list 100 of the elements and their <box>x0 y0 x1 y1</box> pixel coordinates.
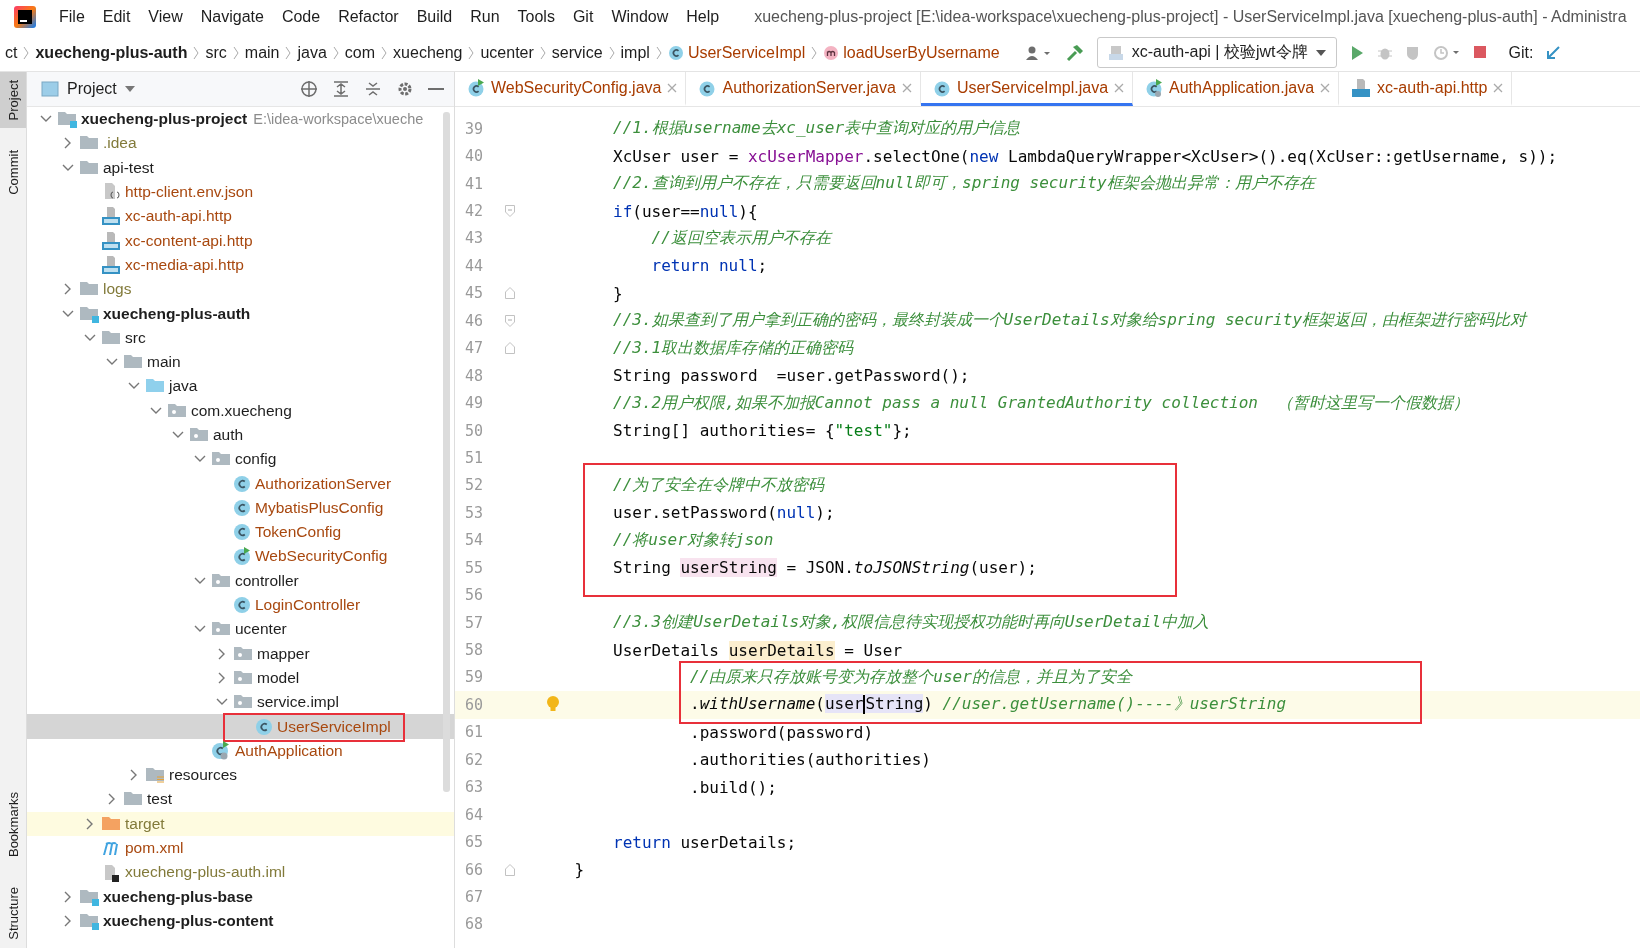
chevron-right-icon[interactable] <box>218 647 226 660</box>
chevron-right-icon[interactable] <box>64 283 72 296</box>
close-icon[interactable] <box>667 82 678 93</box>
menu-item[interactable]: Refactor <box>329 8 408 26</box>
menu-item[interactable]: Help <box>677 8 729 26</box>
tree-item[interactable]: service.impl <box>27 690 454 715</box>
close-icon[interactable] <box>901 82 912 93</box>
chevron-down-icon[interactable] <box>150 406 162 415</box>
hammer-icon[interactable] <box>1064 42 1085 63</box>
tree-item[interactable]: api-test <box>27 155 454 180</box>
menu-item[interactable]: Git <box>563 8 603 26</box>
tree-item[interactable]: main <box>27 349 454 375</box>
editor-tab[interactable]: AuthorizationServer.java <box>686 72 921 106</box>
menu-item[interactable]: Build <box>407 8 462 26</box>
tree-item[interactable]: logs <box>27 277 454 302</box>
breadcrumb-item[interactable]: com <box>339 43 381 62</box>
tree-item[interactable]: xuecheng-plus-base <box>27 884 454 909</box>
editor-tab[interactable]: UserServiceImpl.java <box>920 72 1134 106</box>
stop-icon[interactable] <box>1472 44 1489 61</box>
tree-item[interactable]: http-client.env.json <box>27 179 454 205</box>
menu-item[interactable]: Run <box>461 8 509 26</box>
tree-item[interactable]: xuecheng-plus-project E:\idea-workspace\xueche <box>27 107 454 132</box>
tree-item[interactable]: controller <box>27 568 454 593</box>
tree-item[interactable]: AuthorizationServer <box>27 471 454 496</box>
menu-item[interactable]: Edit <box>93 8 140 26</box>
breadcrumb-item[interactable]: UserServiceImpl <box>662 43 811 62</box>
close-icon[interactable] <box>1114 82 1125 93</box>
scrollbar[interactable] <box>443 112 450 792</box>
expand-all-icon[interactable] <box>332 80 350 98</box>
chevron-right-icon[interactable] <box>108 793 116 806</box>
breadcrumb-item[interactable]: ucenter <box>475 43 539 62</box>
breadcrumb-item[interactable]: service <box>546 43 608 62</box>
tree-item[interactable]: xc-auth-api.http <box>27 204 454 229</box>
collapse-all-icon[interactable] <box>364 80 382 98</box>
chevron-down-icon[interactable] <box>194 625 206 634</box>
tool-window-tab[interactable]: Structure <box>0 879 26 948</box>
tree-item[interactable]: config <box>27 447 454 472</box>
breadcrumb-item[interactable]: main <box>239 43 285 62</box>
chevron-down-icon[interactable] <box>84 333 96 342</box>
breadcrumb-item[interactable]: java <box>292 43 332 62</box>
tree-item[interactable]: pom.xml <box>27 835 454 861</box>
menu-item[interactable]: Window <box>602 8 678 26</box>
chevron-right-icon[interactable] <box>218 671 226 684</box>
tree-item[interactable]: auth <box>27 422 454 448</box>
chevron-down-icon[interactable] <box>172 431 184 439</box>
close-icon[interactable] <box>1493 82 1504 93</box>
editor-tab[interactable]: xc-auth-api.http <box>1339 72 1513 106</box>
breadcrumb-item[interactable]: ct <box>0 43 23 62</box>
panel-title-dropdown[interactable]: Project <box>41 80 135 98</box>
minimize-icon[interactable] <box>428 87 444 91</box>
breadcrumb-item[interactable]: src <box>200 43 232 62</box>
fold-marker-icon[interactable] <box>504 342 515 355</box>
chevron-down-icon[interactable] <box>40 115 52 124</box>
breadcrumb-item[interactable]: xuecheng <box>388 43 468 62</box>
menu-item[interactable]: Code <box>272 8 330 26</box>
chevron-down-icon[interactable] <box>216 698 228 707</box>
tree-item[interactable]: xc-media-api.http <box>27 252 454 278</box>
chevron-right-icon[interactable] <box>86 817 94 830</box>
tree-item[interactable]: .idea <box>27 131 454 156</box>
chevron-right-icon[interactable] <box>64 890 72 903</box>
chevron-right-icon[interactable] <box>64 137 72 150</box>
breadcrumb-item[interactable]: xuecheng-plus-auth <box>30 43 193 62</box>
editor-tab[interactable]: WebSecurityConfig.java <box>455 72 687 106</box>
tree-item[interactable]: WebSecurityConfig <box>27 544 454 569</box>
chevron-right-icon[interactable] <box>64 914 72 927</box>
tree-item[interactable]: src <box>27 325 454 350</box>
tool-window-tab[interactable]: Project <box>0 72 26 129</box>
chevron-down-icon[interactable] <box>194 455 206 464</box>
chevron-down-icon[interactable] <box>128 382 140 391</box>
tree-item[interactable]: TokenConfig <box>27 520 454 545</box>
chevron-down-icon[interactable] <box>62 309 74 318</box>
tree-item[interactable]: xuecheng-plus-auth.iml <box>27 860 454 885</box>
tool-window-tab[interactable]: Bookmarks <box>0 784 26 866</box>
user-icon[interactable] <box>1024 44 1053 61</box>
chevron-down-icon[interactable] <box>194 576 206 585</box>
locate-icon[interactable] <box>300 80 318 98</box>
settings-icon[interactable] <box>396 80 414 98</box>
close-icon[interactable] <box>1320 82 1331 93</box>
tree-item[interactable]: model <box>27 665 454 691</box>
fold-marker-icon[interactable] <box>504 314 515 327</box>
tree-item[interactable]: UserServiceImpl <box>27 714 454 739</box>
tree-item[interactable]: ucenter <box>27 617 454 642</box>
tree-item[interactable]: mapper <box>27 641 454 666</box>
tree-item[interactable]: xuecheng-plus-auth <box>27 301 454 326</box>
tree-item[interactable]: resources <box>27 763 454 788</box>
tree-item[interactable]: MybatisPlusConfig <box>27 495 454 521</box>
run-config-dropdown[interactable]: xc-auth-api | 校验jwt令牌 <box>1096 37 1337 68</box>
breadcrumb-item[interactable]: loadUserByUsername <box>818 43 1005 62</box>
breadcrumb-item[interactable]: impl <box>615 43 655 62</box>
tree-item[interactable]: xuecheng-plus-content <box>27 908 454 934</box>
update-arrow-icon[interactable] <box>1545 44 1562 61</box>
tree-item[interactable]: java <box>27 374 454 399</box>
menu-item[interactable]: Navigate <box>191 8 273 26</box>
chevron-right-icon[interactable] <box>130 769 138 782</box>
tree-item[interactable]: LoginController <box>27 592 454 618</box>
tree-item[interactable]: test <box>27 787 454 812</box>
tree-item[interactable]: com.xuecheng <box>27 398 454 423</box>
tool-window-tab[interactable]: Commit <box>0 142 26 204</box>
fold-marker-icon[interactable] <box>504 287 515 300</box>
menu-item[interactable]: Tools <box>508 8 564 26</box>
